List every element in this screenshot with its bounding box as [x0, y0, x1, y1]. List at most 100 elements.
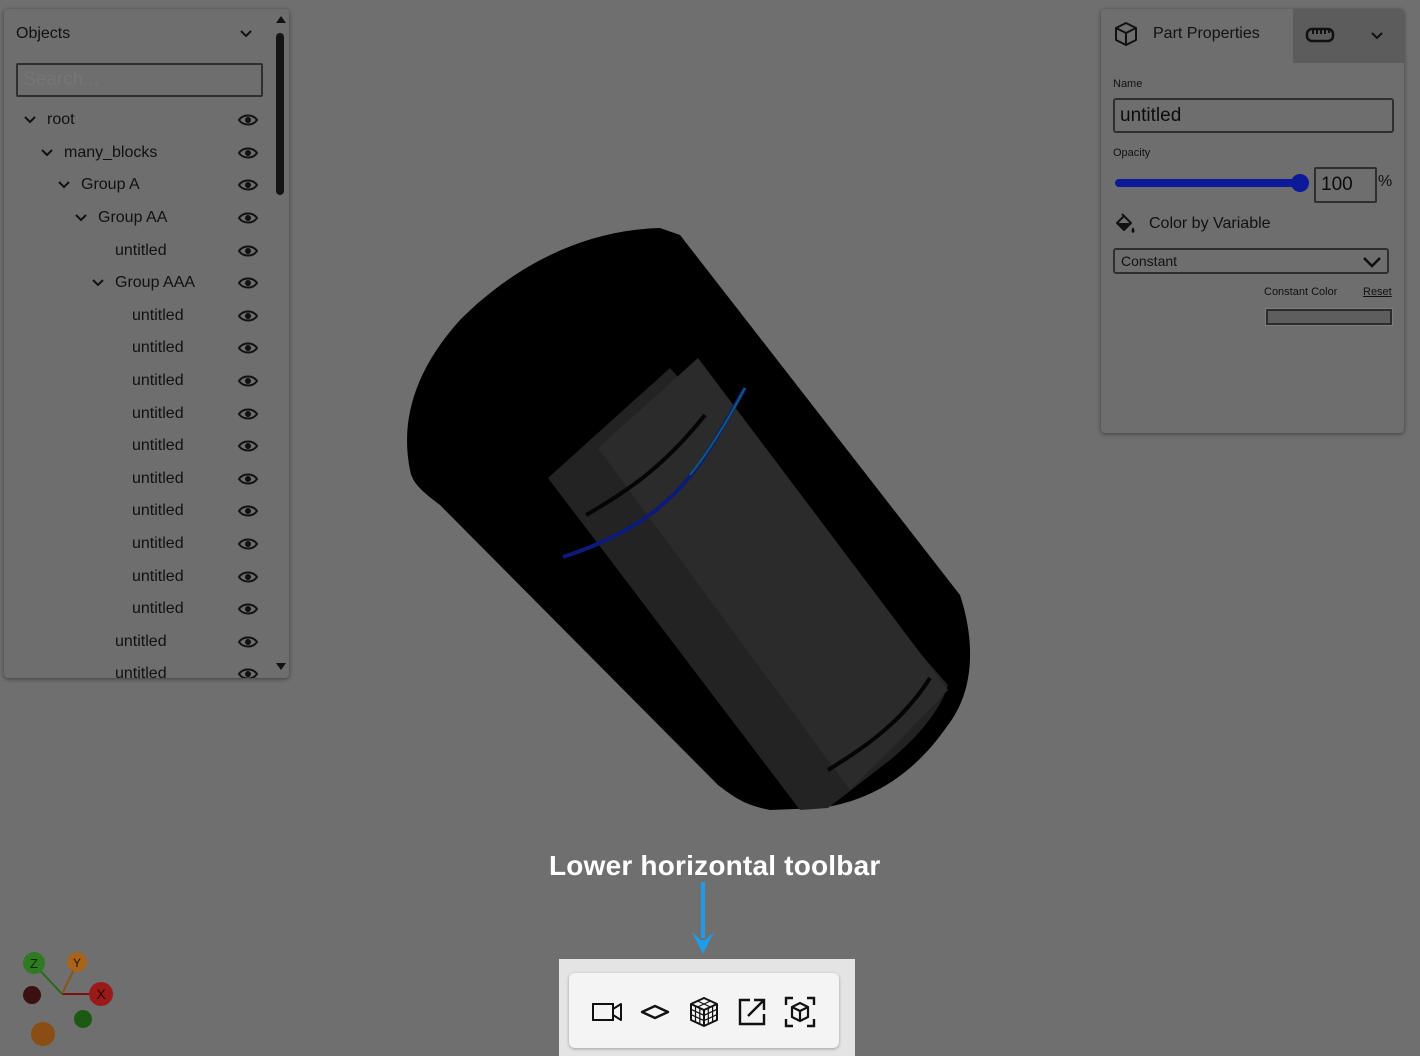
chevron-down-icon[interactable] — [40, 146, 54, 160]
chevron-down-icon[interactable] — [57, 178, 71, 192]
name-field[interactable] — [1113, 98, 1394, 133]
constant-color-label: Constant Color — [1264, 286, 1338, 298]
eye-icon[interactable] — [238, 635, 258, 649]
properties-title-row: Part Properties — [1113, 21, 1260, 47]
plane-button[interactable] — [638, 995, 672, 1029]
color-by-variable-label: Color by Variable — [1149, 215, 1271, 232]
tree-item-label: untitled — [115, 665, 167, 678]
tree-row[interactable]: untitled — [4, 300, 266, 333]
properties-header: Part Properties — [1101, 9, 1404, 63]
tree-row[interactable]: untitled — [4, 397, 266, 430]
properties-tab[interactable] — [1293, 9, 1404, 63]
eye-icon[interactable] — [238, 472, 258, 486]
tree-item-label: untitled — [132, 502, 184, 520]
external-link-icon — [738, 998, 766, 1026]
tree-row[interactable]: untitled — [4, 332, 266, 365]
scrollbar[interactable] — [273, 13, 287, 673]
tree-item-label: Group AA — [98, 209, 168, 227]
eye-icon[interactable] — [238, 276, 258, 290]
export-button[interactable] — [735, 995, 769, 1029]
eye-icon[interactable] — [238, 537, 258, 551]
eye-icon[interactable] — [238, 341, 258, 355]
chevron-down-icon[interactable] — [74, 211, 88, 225]
eye-icon[interactable] — [238, 667, 258, 678]
tree-item-label: untitled — [132, 339, 184, 357]
chevron-down-icon[interactable] — [239, 27, 253, 41]
tree-item-label: untitled — [132, 437, 184, 455]
eye-icon[interactable] — [238, 407, 258, 421]
eye-icon[interactable] — [238, 570, 258, 584]
chevron-down-icon[interactable] — [1370, 29, 1384, 43]
tree-item-label: Group A — [81, 176, 140, 194]
scroll-thumb[interactable] — [276, 33, 284, 195]
part-properties-panel: Part Properties Name Opacity % Color by … — [1101, 9, 1404, 433]
objects-header[interactable]: Objects — [16, 23, 259, 45]
properties-title: Part Properties — [1153, 25, 1260, 42]
3d-model[interactable] — [400, 220, 980, 820]
tree-row[interactable]: Group AA — [4, 202, 266, 235]
paint-bucket-icon — [1116, 213, 1135, 233]
opacity-slider[interactable] — [1115, 179, 1299, 187]
tree-row[interactable]: untitled — [4, 495, 266, 528]
tree-item-label: untitled — [132, 600, 184, 618]
tree-item-label: untitled — [132, 535, 184, 553]
plane-icon — [640, 1004, 670, 1020]
eye-icon[interactable] — [238, 244, 258, 258]
tree-item-label: Group AAA — [115, 274, 196, 292]
opacity-field[interactable] — [1314, 167, 1377, 203]
tree-row[interactable]: untitled — [4, 234, 266, 267]
tree-row[interactable]: many_blocks — [4, 137, 266, 170]
tree-row[interactable]: untitled — [4, 626, 266, 659]
percent-sign: % — [1378, 173, 1393, 190]
y-axis-label: Y — [73, 956, 81, 970]
tree-row[interactable]: untitled — [4, 528, 266, 561]
tree-item-label: untitled — [132, 567, 184, 585]
chevron-down-icon[interactable] — [91, 276, 105, 290]
chevron-down-icon — [1363, 257, 1381, 268]
reset-link[interactable]: Reset — [1363, 286, 1392, 298]
tree-row[interactable]: untitled — [4, 560, 266, 593]
object-tree: root many_blocks Group A Group AA untitled Gr… — [4, 104, 266, 678]
search-input[interactable] — [16, 63, 263, 97]
mesh-button[interactable] — [687, 995, 721, 1029]
tree-item-label: untitled — [132, 404, 184, 422]
tree-row[interactable]: Group A — [4, 169, 266, 202]
eye-icon[interactable] — [238, 309, 258, 323]
eye-icon[interactable] — [238, 374, 258, 388]
tree-row[interactable]: untitled — [4, 430, 266, 463]
color-by-value: Constant — [1121, 253, 1178, 269]
ruler-icon[interactable] — [1305, 26, 1335, 44]
tree-row[interactable]: root — [4, 104, 266, 137]
eye-icon[interactable] — [238, 113, 258, 127]
tree-row[interactable]: untitled — [4, 658, 266, 678]
opacity-slider-thumb[interactable] — [1291, 174, 1309, 192]
neg-x-dot — [23, 986, 41, 1004]
constant-color-swatch[interactable] — [1266, 309, 1392, 325]
tree-row[interactable]: untitled — [4, 463, 266, 496]
eye-icon[interactable] — [238, 602, 258, 616]
eye-icon[interactable] — [238, 146, 258, 160]
camera-button[interactable] — [590, 995, 624, 1029]
tree-row[interactable]: untitled — [4, 365, 266, 398]
lower-horizontal-toolbar — [569, 973, 839, 1048]
focus-cube-icon — [784, 996, 816, 1028]
tree-row[interactable]: Group AAA — [4, 267, 266, 300]
eye-icon[interactable] — [238, 211, 258, 225]
name-label: Name — [1113, 78, 1143, 90]
tree-row[interactable]: untitled — [4, 593, 266, 626]
focus-button[interactable] — [783, 995, 817, 1029]
eye-icon[interactable] — [238, 439, 258, 453]
tree-item-label: untitled — [115, 241, 167, 259]
chevron-down-icon[interactable] — [23, 113, 37, 127]
objects-title: Objects — [16, 25, 71, 42]
eye-icon[interactable] — [238, 504, 258, 518]
scroll-down-arrow[interactable] — [276, 663, 286, 670]
color-by-select[interactable]: Constant — [1113, 248, 1389, 274]
z-axis-label: Z — [30, 956, 38, 971]
scroll-up-arrow[interactable] — [276, 16, 286, 23]
eye-icon[interactable] — [238, 178, 258, 192]
cube-icon — [1115, 22, 1137, 46]
arrow-down-icon — [692, 882, 714, 954]
video-camera-icon — [592, 1003, 622, 1021]
tree-item-label: untitled — [115, 632, 167, 650]
